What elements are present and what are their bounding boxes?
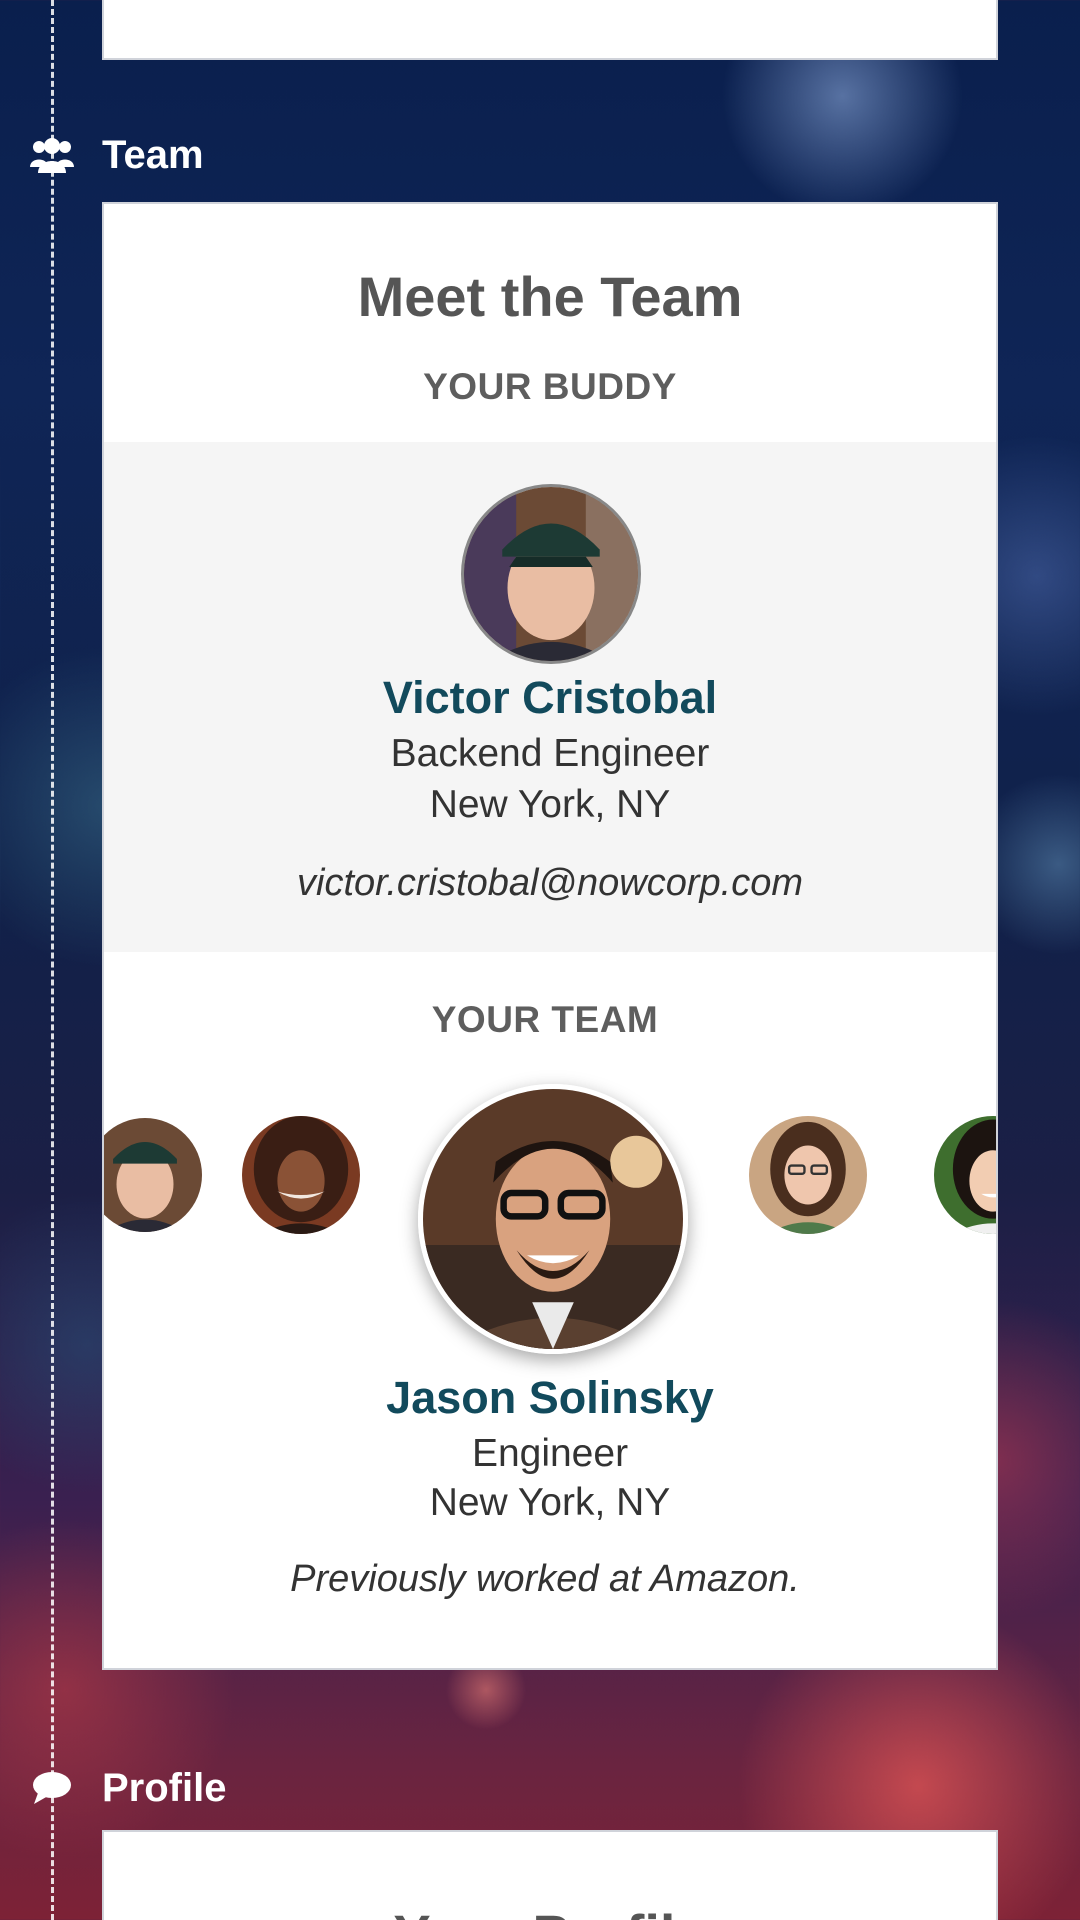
buddy-role: Backend Engineer [390,732,710,775]
team-member-avatar[interactable] [934,1116,996,1234]
selected-member-name: Jason Solinsky [386,1372,714,1423]
buddy-heading: YOUR BUDDY [423,366,677,407]
selected-member-bio: Previously worked at Amazon. [290,1558,800,1600]
buddy-email[interactable]: victor.cristobal@nowcorp.com [104,862,996,905]
team-section-header: Team [26,125,204,185]
team-member-avatar[interactable] [104,1116,204,1234]
team-section-label: Team [102,132,204,177]
buddy-name: Victor Cristobal [382,672,718,723]
profile-section-header: Profile [26,1758,226,1818]
speech-bubble-icon [26,1762,78,1814]
team-member-avatar[interactable] [749,1116,867,1234]
profile-card-title: Your Profile [104,1902,996,1920]
previous-card [102,0,998,60]
profile-card: Your Profile [102,1830,998,1920]
buddy-location: New York, NY [429,783,671,826]
meet-the-team-card: Meet the Team YOUR BUDDY Victor Cristoba… [102,202,998,1670]
buddy-panel: Victor Cristobal Backend Engineer New Yo… [104,442,996,952]
selected-team-member-avatar[interactable] [418,1084,688,1354]
profile-section-label: Profile [102,1765,227,1810]
timeline-dashed-line [51,0,54,1920]
selected-member-location: New York, NY [429,1481,671,1524]
card-title: Meet the Team [357,265,743,328]
team-icon [26,129,78,181]
team-member-avatar[interactable] [242,1116,360,1234]
buddy-avatar[interactable] [461,484,641,664]
team-heading: YOUR TEAM [431,999,659,1040]
selected-member-role: Engineer [471,1432,629,1475]
